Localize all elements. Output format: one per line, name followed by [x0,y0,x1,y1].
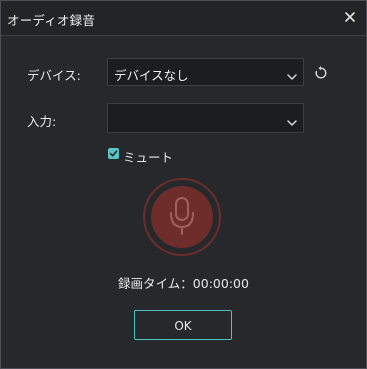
check-icon [109,150,118,157]
chevron-down-icon [286,113,298,126]
record-button[interactable] [143,178,221,256]
audio-record-dialog: オーディオ録音 デバイス: デバイスなし 入力: ミュート 録画タイム：00:0… [0,0,367,369]
device-select-value: デバイスなし [114,68,189,83]
ok-button[interactable]: OK [134,310,232,340]
device-select[interactable]: デバイスなし [107,58,304,86]
mute-checkbox[interactable] [108,148,119,159]
title-bar: オーディオ録音 [1,1,366,36]
refresh-icon[interactable] [313,65,329,81]
chevron-down-icon [286,67,298,80]
microphone-icon [170,197,194,235]
dialog-title: オーディオ録音 [7,13,96,28]
device-label: デバイス: [27,68,81,83]
input-select[interactable] [107,103,304,133]
record-button-fill [151,186,213,248]
mute-label: ミュート [123,150,174,165]
close-icon[interactable] [342,9,358,25]
record-timer: 録画タイム：00:00:00 [118,276,249,291]
input-label: 入力: [27,114,57,129]
